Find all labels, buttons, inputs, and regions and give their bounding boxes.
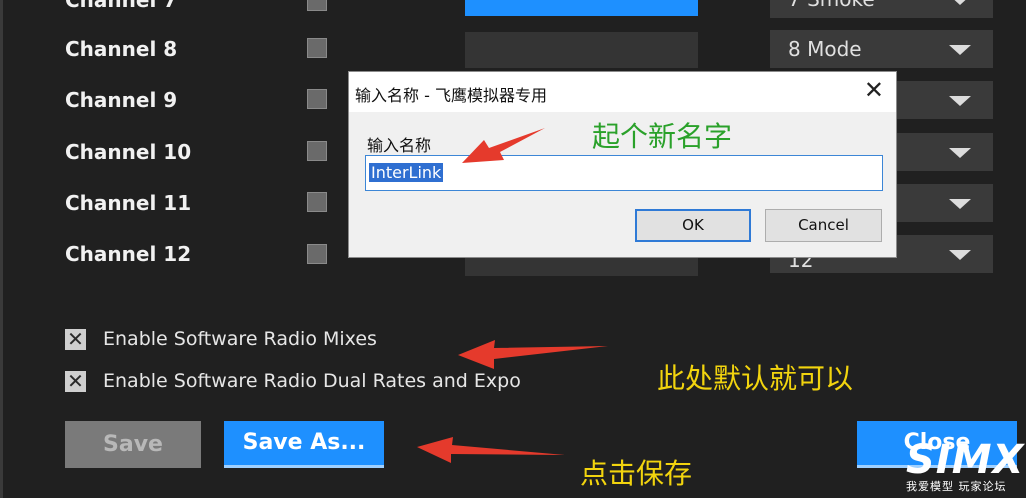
- arrow-to-options: [458, 340, 608, 369]
- logo-sub-text: 我爱模型 玩家论坛: [906, 480, 1007, 493]
- logo-main-text: SIMX: [906, 437, 1025, 483]
- arrow-to-name-field: [462, 128, 545, 163]
- annotation-arrows: [417, 128, 608, 463]
- annotation-default-ok: 此处默认就可以: [657, 362, 854, 395]
- simx-logo: SIMX 我爱模型 玩家论坛: [906, 437, 1025, 496]
- arrow-to-save-as: [417, 437, 565, 463]
- annotation-new-name: 起个新名字: [592, 120, 733, 153]
- annotation-click-save: 点击保存: [580, 457, 693, 490]
